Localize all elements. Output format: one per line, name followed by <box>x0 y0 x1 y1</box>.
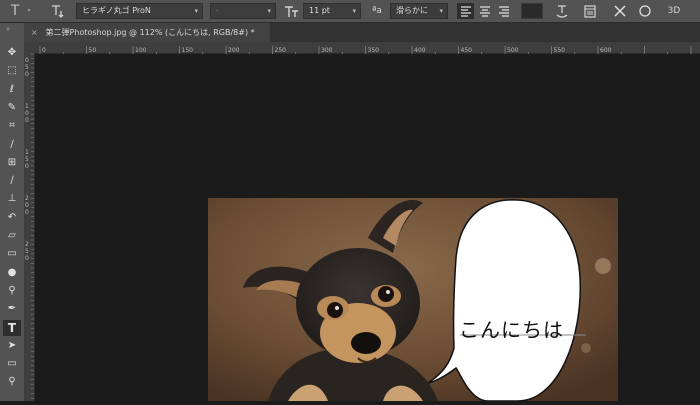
ruler-label: 0 <box>42 47 46 54</box>
document-tab-bar: × 第二弾Photoshop.jpg @ 112% (こんにちは, RGB/8#… <box>24 23 700 42</box>
chevron-down-icon: ▾ <box>352 7 356 15</box>
ruler-label: 350 <box>368 47 380 54</box>
orientation-toggle-icon[interactable] <box>48 3 66 19</box>
antialias-icon: ªa <box>372 6 382 16</box>
font-style-select[interactable]: - ▾ <box>210 3 276 19</box>
blur-tool-icon[interactable]: ● <box>3 265 21 281</box>
ruler-label: 100 <box>135 47 147 54</box>
rectangle-tool-icon[interactable]: ▭ <box>3 356 21 372</box>
ruler-label: 300 <box>321 47 333 54</box>
ruler-label: 0 <box>25 209 29 216</box>
ruler-label: 550 <box>554 47 566 54</box>
ruler-label: 0 <box>25 117 29 124</box>
document-image[interactable] <box>208 198 618 401</box>
cancel-icon[interactable] <box>611 3 629 19</box>
collapse-icon[interactable]: » <box>6 25 10 33</box>
ruler-label: 600 <box>600 47 612 54</box>
ruler-label: 400 <box>414 47 426 54</box>
dodge-tool-icon[interactable]: ⚲ <box>3 283 21 299</box>
antialias-value: 滑らかに <box>396 6 428 15</box>
font-size-select[interactable]: 11 pt ▾ <box>303 3 361 19</box>
ruler-label: 200 <box>228 47 240 54</box>
ruler-label: 150 <box>182 47 194 54</box>
type-tool-icon[interactable]: T <box>6 3 24 19</box>
ruler-label: 1 <box>25 149 29 156</box>
brush-tool-icon[interactable]: ∕ <box>3 173 21 189</box>
pen-tool-icon[interactable]: ✒ <box>3 301 21 317</box>
font-size-icon <box>282 3 300 19</box>
chevron-down-icon: ▾ <box>194 7 198 15</box>
antialias-select[interactable]: 滑らかに ▾ <box>390 3 448 19</box>
ruler-label: 0 <box>25 202 29 209</box>
chevron-down-icon: ▾ <box>267 7 271 15</box>
clone-stamp-tool-icon[interactable]: ⊥ <box>3 191 21 207</box>
ruler-label: 0 <box>25 57 29 64</box>
ruler-label: 0 <box>25 163 29 170</box>
align-left-icon[interactable] <box>457 3 474 19</box>
chevron-down-icon: ▾ <box>439 7 443 15</box>
ruler-label: 0 <box>25 110 29 117</box>
horizontal-ruler[interactable]: 0 50 100 150 200 250 300 350 400 450 500 550 600 <box>34 42 700 57</box>
path-select-tool-icon[interactable]: ➤ <box>3 338 21 354</box>
lasso-tool-icon[interactable]: ℓ <box>3 82 21 98</box>
vertical-ruler-ticks: 050100150200250 <box>25 53 34 399</box>
ruler-label: 5 <box>25 64 29 71</box>
warp-text-icon[interactable] <box>553 3 571 19</box>
marquee-tool-icon[interactable]: ⬚ <box>3 63 21 79</box>
align-right-icon[interactable] <box>495 3 512 19</box>
ruler-label: 500 <box>507 47 519 54</box>
speech-bubble-text[interactable]: こんにちは <box>459 314 589 343</box>
tools-panel: ✥ ⬚ ℓ ✎ ⌗ ∕ ⊞ ∕ ⊥ ↶ ▱ ▭ ● ⚲ ✒ T ➤ ▭ ⚲ <box>0 42 24 401</box>
ruler-label: 5 <box>25 156 29 163</box>
document-tab[interactable]: × 第二弾Photoshop.jpg @ 112% (こんにちは, RGB/8#… <box>24 23 270 42</box>
font-family-value: ヒラギノ丸ゴ ProN <box>82 6 151 15</box>
ruler-label: 2 <box>25 195 29 202</box>
ruler-label: 2 <box>25 241 29 248</box>
history-brush-tool-icon[interactable]: ↶ <box>3 210 21 226</box>
tool-preset-chevron-icon[interactable]: ▾ <box>24 3 34 19</box>
move-tool-icon[interactable]: ✥ <box>3 45 21 61</box>
ruler-label: 0 <box>25 255 29 262</box>
zoom-tool-icon[interactable]: ⚲ <box>3 374 21 390</box>
type-tool-icon[interactable]: T <box>3 319 21 336</box>
vertical-ruler[interactable]: 050100150200250 <box>24 42 35 401</box>
ruler-label: 250 <box>275 47 287 54</box>
crop-tool-icon[interactable]: ⌗ <box>3 118 21 134</box>
ruler-label: 0 <box>25 71 29 78</box>
options-bar: T ▾ ヒラギノ丸ゴ ProN ▾ - ▾ 11 pt ▾ ªa 滑らかに ▾ <box>0 0 700 23</box>
ruler-label: 5 <box>25 248 29 255</box>
ruler-label: 50 <box>89 47 97 54</box>
close-icon[interactable]: × <box>31 23 43 42</box>
font-size-value: 11 pt <box>309 6 330 15</box>
healing-brush-tool-icon[interactable]: ⊞ <box>3 155 21 171</box>
puppy-photo <box>208 198 618 401</box>
eyedropper-tool-icon[interactable]: ∕ <box>3 137 21 153</box>
ruler-label: 450 <box>461 47 473 54</box>
eraser-tool-icon[interactable]: ▱ <box>3 228 21 244</box>
toolbar-header: » <box>0 23 24 42</box>
ruler-label: 1 <box>25 103 29 110</box>
align-center-icon[interactable] <box>476 3 493 19</box>
commit-icon[interactable] <box>636 3 654 19</box>
text-color-swatch[interactable] <box>521 3 543 19</box>
quick-select-tool-icon[interactable]: ✎ <box>3 100 21 116</box>
gradient-tool-icon[interactable]: ▭ <box>3 246 21 262</box>
font-family-select[interactable]: ヒラギノ丸ゴ ProN ▾ <box>76 3 203 19</box>
character-panel-icon[interactable] <box>581 3 599 19</box>
3d-icon[interactable]: 3D <box>663 3 685 19</box>
font-style-value: - <box>216 6 219 15</box>
document-tab-title: 第二弾Photoshop.jpg @ 112% (こんにちは, RGB/8#) … <box>45 28 255 37</box>
